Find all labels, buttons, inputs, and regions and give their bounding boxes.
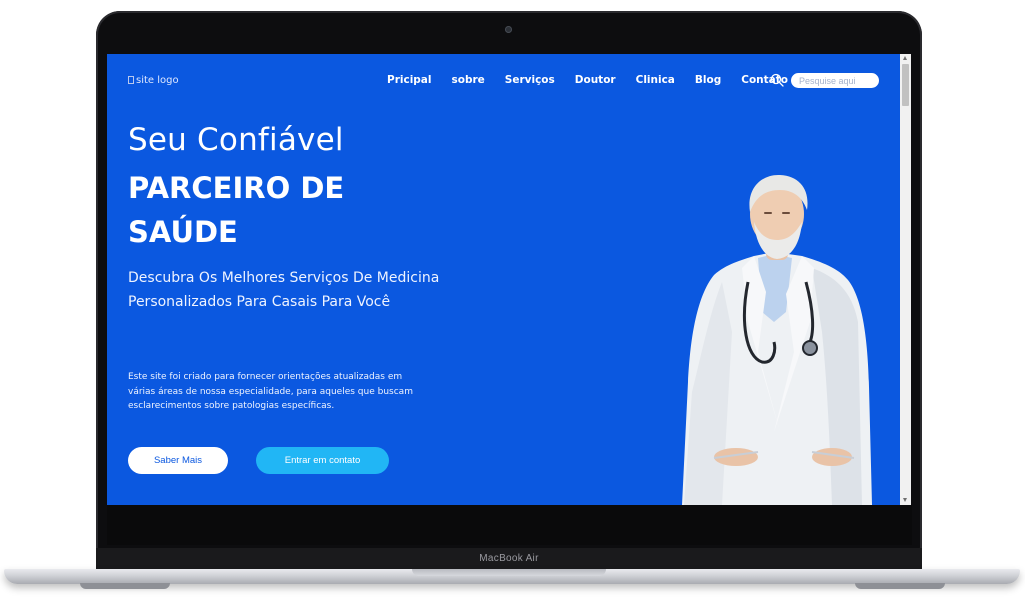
- search-input[interactable]: [791, 73, 879, 88]
- nav-item-servicos[interactable]: Serviços: [505, 74, 555, 86]
- laptop-model-label: MacBook Air: [479, 553, 539, 564]
- main-nav: Pricipal sobre Serviços Doutor Clinica B…: [387, 74, 788, 86]
- nav-item-sobre[interactable]: sobre: [452, 74, 485, 86]
- search-icon[interactable]: [770, 73, 784, 87]
- broken-image-icon: [128, 76, 134, 84]
- scrollbar[interactable]: [900, 54, 911, 505]
- browser-viewport: site logo Pricipal sobre Serviços Doutor…: [107, 54, 911, 505]
- hero-description: Este site foi criado para fornecer orien…: [128, 372, 413, 411]
- hero-title-bold-line2: SAÚDE: [128, 215, 238, 249]
- hero-title-light: Seu Confiável: [128, 122, 344, 158]
- laptop-foot-right: [855, 583, 945, 589]
- hero-title-bold: PARCEIRO DE SAÚDE: [128, 166, 428, 254]
- site-logo[interactable]: site logo: [128, 72, 188, 88]
- scroll-down-arrow-icon[interactable]: [903, 498, 907, 502]
- saber-mais-button[interactable]: Saber Mais: [128, 447, 228, 474]
- screen-bottom-bezel: [107, 505, 912, 545]
- laptop-foot-left: [80, 583, 170, 589]
- nav-item-doutor[interactable]: Doutor: [575, 74, 616, 86]
- scroll-up-arrow-icon[interactable]: [903, 56, 907, 60]
- scrollbar-thumb[interactable]: [902, 64, 909, 106]
- camera-icon: [505, 26, 512, 33]
- entrar-em-contato-button[interactable]: Entrar em contato: [256, 447, 389, 474]
- nav-item-principal[interactable]: Pricipal: [387, 74, 432, 86]
- nav-item-clinica[interactable]: Clinica: [636, 74, 675, 86]
- doctor-illustration: [682, 174, 872, 505]
- hero-title-bold-line1: PARCEIRO DE: [128, 171, 345, 205]
- hero-subtitle: Descubra Os Melhores Serviços De Medicin…: [128, 270, 440, 310]
- nav-item-blog[interactable]: Blog: [695, 74, 721, 86]
- laptop-notch: [412, 569, 606, 576]
- site-logo-alt: site logo: [136, 74, 179, 86]
